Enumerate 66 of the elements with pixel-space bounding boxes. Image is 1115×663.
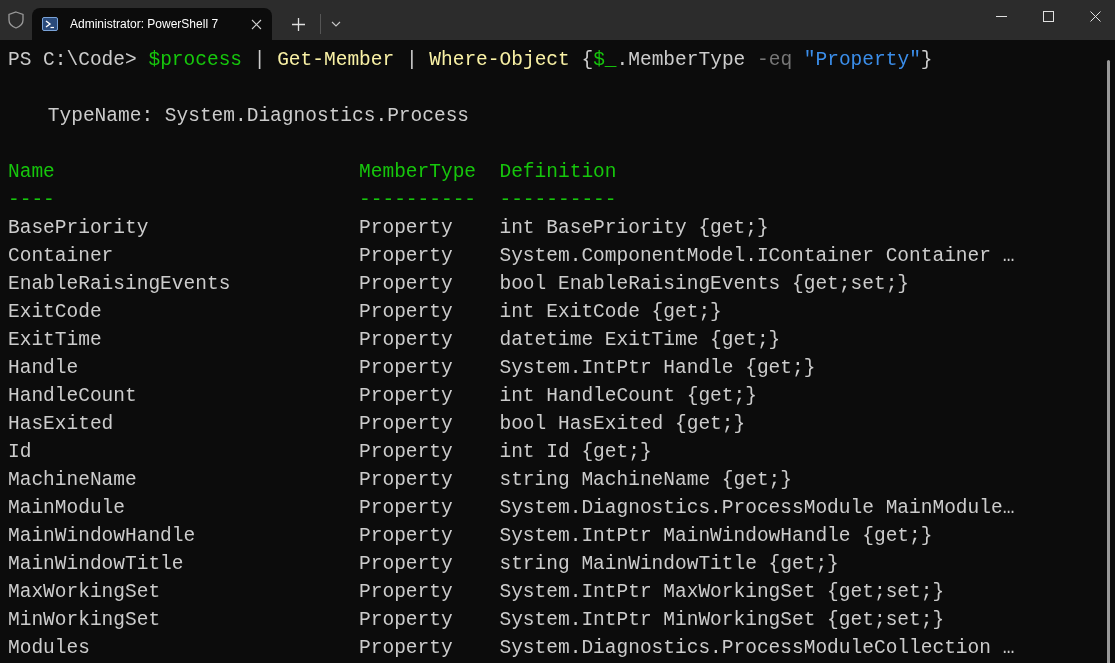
table-cell: Modules [8, 637, 90, 659]
table-cell: System.ComponentModel.IContainer Container … [499, 245, 1015, 267]
table-cell: Property [359, 525, 453, 547]
table-cell: string MainWindowTitle {get;} [499, 553, 839, 575]
table-cell: Property [359, 217, 453, 239]
table-cell: Id [8, 441, 32, 463]
table-cell: System.Diagnostics.ProcessModuleCollection … [499, 637, 1015, 659]
table-cell: Property [359, 497, 453, 519]
table-cell: Property [359, 273, 453, 295]
table-cell: System.IntPtr MaxWorkingSet {get;set;} [499, 581, 945, 603]
close-icon[interactable] [251, 18, 262, 30]
table-cell: MinWorkingSet [8, 609, 161, 631]
shield-icon [8, 11, 24, 29]
add-icon[interactable] [292, 17, 305, 31]
table-cell: HasExited [8, 413, 114, 435]
table-cell: Property [359, 609, 453, 631]
table-cell: System.IntPtr MainWindowHandle {get;} [499, 525, 933, 547]
terminal-tab[interactable]: Administrator: PowerShell 7 [32, 8, 272, 40]
table-cell: MachineName [8, 469, 137, 491]
table-cell: int BasePriority {get;} [499, 217, 769, 239]
table-cell: int ExitCode {get;} [499, 301, 722, 323]
table-cell: Property [359, 441, 453, 463]
table-cell: System.IntPtr Handle {get;} [499, 357, 816, 379]
table-cell: Property [359, 637, 453, 659]
table-cell: int Id {get;} [499, 441, 652, 463]
scrollbar-thumb[interactable] [1106, 60, 1110, 663]
table-cell: Property [359, 413, 453, 435]
table-cell: bool HasExited {get;} [499, 413, 746, 435]
header-rule: ---------- [359, 189, 477, 211]
table-cell: Property [359, 469, 453, 491]
table-cell: Property [359, 245, 453, 267]
tab-title: Administrator: PowerShell 7 [70, 16, 219, 33]
column-header: Definition [499, 161, 617, 183]
header-rule: ---------- [499, 189, 617, 211]
table-cell: Property [359, 357, 453, 379]
table-cell: MainWindowHandle [8, 525, 196, 547]
table-cell: System.Diagnostics.ProcessModule MainModule… [499, 497, 1015, 519]
table-cell: BasePriority [8, 217, 149, 239]
command-line: PS C:\Code> $process | Get-Member | Where-Object {$_.MemberType -eq "Property"} [8, 48, 933, 73]
table-cell: Property [359, 553, 453, 575]
table-cell: Handle [8, 357, 79, 379]
terminal-icon [42, 17, 58, 31]
close-icon[interactable] [1090, 10, 1101, 22]
table-cell: datetime ExitTime {get;} [499, 329, 781, 351]
header-rule: ---- [8, 189, 55, 211]
type-name: TypeName: System.Diagnostics.Process [47, 105, 470, 127]
table-cell: bool EnableRaisingEvents {get;set;} [499, 273, 910, 295]
chevron-down-icon[interactable] [331, 21, 341, 27]
table-cell: string MachineName {get;} [499, 469, 793, 491]
table-cell: MaxWorkingSet [8, 581, 161, 603]
column-header: MemberType [359, 161, 477, 183]
table-cell: ExitTime [8, 329, 102, 351]
table-cell: Property [359, 581, 453, 603]
table-cell: Container [8, 245, 114, 267]
table-cell: Property [359, 301, 453, 323]
table-cell: int HandleCount {get;} [499, 385, 757, 407]
table-cell: MainWindowTitle [8, 553, 184, 575]
table-cell: System.IntPtr MinWorkingSet {get;set;} [499, 609, 945, 631]
table-cell: Property [359, 385, 453, 407]
table-cell: Property [359, 329, 453, 351]
maximize-icon[interactable] [1043, 10, 1054, 22]
table-cell: ExitCode [8, 301, 102, 323]
column-header: Name [8, 161, 55, 183]
table-cell: HandleCount [8, 385, 137, 407]
table-cell: MainModule [8, 497, 126, 519]
table-cell: EnableRaisingEvents [8, 273, 231, 295]
